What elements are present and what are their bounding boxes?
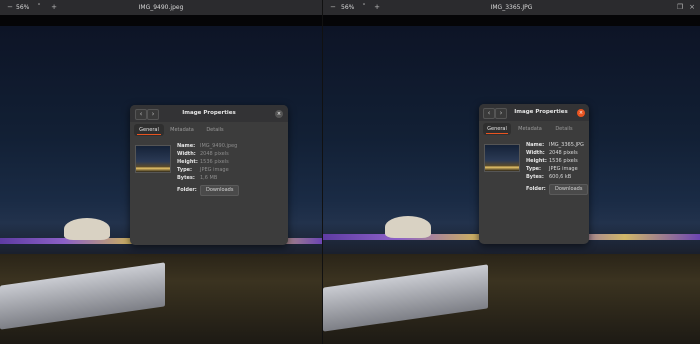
value: 2048 pixels [200, 151, 229, 157]
tab-metadata[interactable]: Metadata [513, 123, 547, 135]
tab-general[interactable]: General [134, 124, 164, 136]
value: IMG_3365.JPG [549, 142, 584, 148]
value: JPEG image [200, 167, 229, 173]
zoom-dropdown-icon[interactable]: ˅ [361, 3, 367, 12]
tab-metadata[interactable]: Metadata [166, 124, 198, 136]
folder-button[interactable]: Downloads [549, 184, 589, 195]
image-properties-dialog: ‹ › Image Properties × General Metadata … [130, 105, 288, 245]
image-viewer-window-right: − 56% ˅ + IMG_3365.JPG ❐ × ‹ › Image Pro… [322, 0, 700, 344]
prev-icon[interactable]: ‹ [483, 108, 495, 119]
image-thumbnail [484, 144, 520, 172]
tab-details[interactable]: Details [549, 123, 579, 135]
next-icon[interactable]: › [495, 108, 507, 119]
image-viewer-window-left: − 56% ˅ + IMG_9490.jpeg ‹ › Image Proper… [0, 0, 322, 344]
label: Type: [177, 167, 193, 173]
value: 600,6 kB [549, 174, 572, 180]
artscience-museum [385, 216, 431, 238]
titlebar: − 56% ˅ + IMG_3365.JPG ❐ × [323, 0, 700, 16]
close-icon[interactable]: × [275, 110, 283, 118]
label: Name: [177, 143, 196, 149]
zoom-dropdown-icon[interactable]: ˅ [36, 3, 42, 12]
label: Width: [177, 151, 196, 157]
value: JPEG image [549, 166, 578, 172]
folder-button[interactable]: Downloads [200, 185, 240, 196]
label: Type: [526, 166, 542, 172]
label: Bytes: [526, 174, 544, 180]
label: Bytes: [177, 175, 195, 181]
tab-details[interactable]: Details [200, 124, 230, 136]
close-window-icon[interactable]: × [688, 3, 696, 12]
value: 1,6 MB [200, 175, 218, 181]
label: Width: [526, 150, 545, 156]
label: Name: [526, 142, 545, 148]
label: Folder: [177, 187, 197, 193]
letterbox [0, 15, 322, 26]
value: 1536 pixels [549, 158, 578, 164]
value: IMG_9490.jpeg [200, 143, 238, 149]
tab-bar: General Metadata Details [130, 124, 288, 136]
tab-general[interactable]: General [483, 123, 511, 135]
prev-icon[interactable]: ‹ [135, 109, 147, 120]
letterbox [323, 15, 700, 26]
value: 2048 pixels [549, 150, 578, 156]
image-properties-dialog: ‹ › Image Properties × General Metadata … [479, 104, 589, 244]
dialog-header: ‹ › Image Properties × [130, 105, 288, 122]
next-icon[interactable]: › [147, 109, 159, 120]
zoom-in-icon[interactable]: + [50, 3, 58, 12]
label: Folder: [526, 186, 546, 192]
artscience-museum [64, 218, 110, 240]
value: 1536 pixels [200, 159, 229, 165]
restore-icon[interactable]: ❐ [676, 3, 684, 12]
zoom-in-icon[interactable]: + [373, 3, 381, 12]
tab-bar: General Metadata Details [479, 123, 589, 135]
dialog-header: ‹ › Image Properties × [479, 104, 589, 121]
image-thumbnail [135, 145, 171, 173]
zoom-out-icon[interactable]: − [329, 3, 337, 12]
window-title: IMG_9490.jpeg [138, 4, 184, 11]
dialog-title: Image Properties [514, 109, 568, 115]
label: Height: [177, 159, 198, 165]
titlebar: − 56% ˅ + IMG_9490.jpeg [0, 0, 322, 16]
label: Height: [526, 158, 547, 164]
close-icon[interactable]: × [577, 109, 585, 117]
zoom-out-icon[interactable]: − [6, 3, 14, 12]
